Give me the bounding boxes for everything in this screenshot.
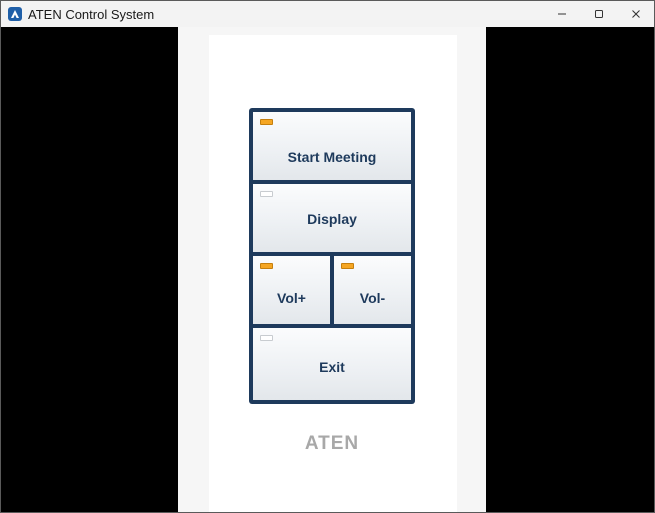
close-button[interactable] <box>617 1 654 27</box>
button-label: Exit <box>319 359 345 375</box>
status-led <box>260 335 273 341</box>
exit-button[interactable]: Exit <box>253 328 411 400</box>
minimize-icon <box>557 13 566 15</box>
status-led <box>341 263 354 269</box>
status-led <box>260 263 273 269</box>
window-title: ATEN Control System <box>28 6 155 22</box>
status-led <box>260 119 273 125</box>
window-controls <box>543 1 654 27</box>
close-icon <box>631 10 640 18</box>
button-label: Vol+ <box>277 290 306 306</box>
button-label: Vol- <box>359 290 386 306</box>
vol-down-button[interactable]: Vol- <box>334 256 411 324</box>
keypad-frame: Start Meeting Display Vol+ Vol- Exit <box>249 108 415 404</box>
title-bar: ATEN Control System <box>1 1 654 27</box>
status-led <box>260 191 273 197</box>
aten-logo: ATEN <box>304 433 360 454</box>
aten-app-icon <box>8 7 22 21</box>
maximize-button[interactable] <box>580 1 617 27</box>
maximize-icon <box>594 10 603 18</box>
start-meeting-button[interactable]: Start Meeting <box>253 112 411 180</box>
button-label: Start Meeting <box>287 149 377 165</box>
vol-up-button[interactable]: Vol+ <box>253 256 330 324</box>
app-window: ATEN Control System Start Meeting Displa… <box>0 0 655 513</box>
display-button[interactable]: Display <box>253 184 411 252</box>
button-label: Display <box>307 211 357 227</box>
minimize-button[interactable] <box>543 1 580 27</box>
